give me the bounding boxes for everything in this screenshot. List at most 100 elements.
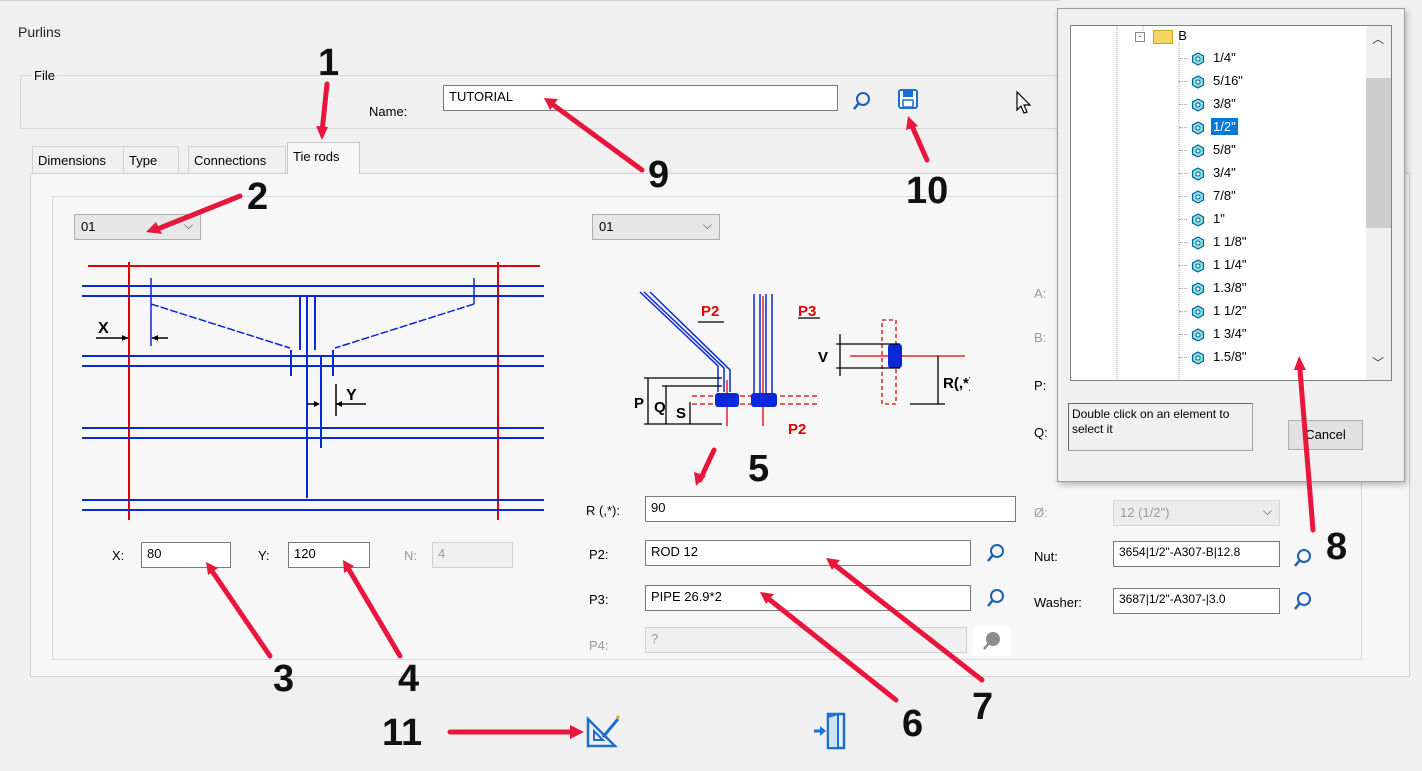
p4-search-button xyxy=(973,626,1011,656)
p-label: P: xyxy=(1034,378,1047,393)
annotation-10: 10 xyxy=(906,170,949,212)
p2-input[interactable]: ROD 12 xyxy=(645,540,971,566)
chevron-down-icon: ⌵ xyxy=(1262,504,1272,518)
annotation-5: 5 xyxy=(748,448,770,490)
tree-item[interactable]: 1 3/4" xyxy=(1179,326,1249,346)
tree-item[interactable]: 3/8" xyxy=(1179,96,1238,116)
diagram-label-p: P xyxy=(634,395,644,412)
tab-dimensions[interactable]: Dimensions xyxy=(32,146,124,173)
tab-connections[interactable]: Connections xyxy=(188,146,286,173)
diagram-label-s: S xyxy=(676,405,686,422)
exit-icon[interactable] xyxy=(812,711,848,751)
r-input[interactable]: 90 xyxy=(645,496,1016,522)
collapse-icon[interactable]: - xyxy=(1135,31,1145,42)
scroll-up-icon[interactable]: ︿ xyxy=(1372,30,1384,47)
tree-item[interactable]: 1/2" xyxy=(1179,117,1239,139)
file-menu[interactable]: File xyxy=(32,68,57,83)
annotation-11: 11 xyxy=(382,712,423,754)
purlin-layout-diagram: X Y xyxy=(82,262,544,520)
tree-item-label: 5/16" xyxy=(1213,73,1243,88)
cursor-icon xyxy=(1016,90,1032,114)
scroll-down-icon[interactable]: ﹀ xyxy=(1372,354,1384,371)
tab-tie-rods[interactable]: Tie rods xyxy=(287,142,360,174)
tree-item-label: 1 1/8" xyxy=(1213,234,1247,249)
drawing-tools-icon[interactable] xyxy=(585,713,621,749)
tree-item[interactable]: 7/8" xyxy=(1179,188,1238,208)
bolt-icon xyxy=(1191,51,1205,66)
b-label: B: xyxy=(1034,330,1047,345)
bolt-icon xyxy=(1191,304,1205,319)
tree-item-label: 1 3/4" xyxy=(1213,326,1247,341)
annotation-1: 1 xyxy=(318,42,340,84)
annotation-3: 3 xyxy=(273,658,295,700)
bolt-icon xyxy=(1191,281,1205,296)
bolt-icon xyxy=(1191,97,1205,112)
diagram-label-p2a: P2 xyxy=(701,303,719,320)
p3-input[interactable]: PIPE 26.9*2 xyxy=(645,585,971,611)
right-config-select[interactable]: 01 ⌵ xyxy=(592,214,720,240)
tree-item[interactable]: 1.5/8" xyxy=(1179,349,1249,369)
picker-hint: Double click on an element to select it xyxy=(1068,403,1253,451)
tree-item[interactable]: 1.3/8" xyxy=(1179,280,1249,300)
tree-item[interactable]: 3/4" xyxy=(1179,165,1238,185)
name-label: Name: xyxy=(369,104,408,119)
bolt-icon xyxy=(1191,189,1205,204)
diagram-label-y: Y xyxy=(346,387,357,404)
q-label: Q: xyxy=(1034,425,1048,440)
diameter-label: Ø: xyxy=(1034,505,1048,520)
tree-item[interactable]: 1 1/4" xyxy=(1179,257,1249,277)
bolt-icon xyxy=(1191,235,1205,250)
p2-label: P2: xyxy=(589,547,609,562)
name-input[interactable]: TUTORIAL xyxy=(443,85,838,111)
tree-item-label: 3/4" xyxy=(1213,165,1236,180)
diagram-label-p3: P3 xyxy=(798,303,816,320)
nut-input[interactable]: 3654|1/2"-A307-B|12.8 xyxy=(1113,541,1280,567)
tree-item[interactable]: 1 1/8" xyxy=(1179,234,1249,254)
diagram-label-p2b: P2 xyxy=(788,421,806,438)
annotation-8: 8 xyxy=(1326,526,1348,568)
nut-label: Nut: xyxy=(1034,549,1058,564)
tree-scrollbar-thumb[interactable] xyxy=(1366,78,1391,228)
search-icon[interactable] xyxy=(1292,547,1314,569)
window-top-border xyxy=(0,0,1060,1)
element-tree[interactable]: - B 1/4" 5/16" 3/8" 1/2" 5/8" 3/4" 7/8" 1" 1 1/8… xyxy=(1070,25,1392,381)
search-icon[interactable] xyxy=(1292,590,1314,612)
x-label: X: xyxy=(112,548,125,563)
washer-label: Washer: xyxy=(1034,595,1082,610)
annotation-7: 7 xyxy=(972,686,994,728)
tree-item[interactable]: 1/4" xyxy=(1179,50,1238,70)
bolt-icon xyxy=(1191,350,1205,365)
washer-input[interactable]: 3687|1/2"-A307-|3.0 xyxy=(1113,588,1280,614)
tree-folder-b[interactable]: - B xyxy=(1135,28,1187,48)
tree-item-label: 1" xyxy=(1213,211,1225,226)
left-config-select[interactable]: 01 ⌵ xyxy=(74,214,201,240)
tree-item-label: 1 1/2" xyxy=(1213,303,1247,318)
tree-item-label: 1/4" xyxy=(1213,50,1236,65)
right-config-value: 01 xyxy=(599,219,614,234)
search-icon[interactable] xyxy=(985,587,1007,609)
search-icon[interactable] xyxy=(985,542,1007,564)
cancel-button[interactable]: Cancel xyxy=(1288,420,1363,450)
annotation-6: 6 xyxy=(902,703,924,745)
bolt-icon xyxy=(1191,166,1205,181)
y-input[interactable]: 120 xyxy=(288,542,370,568)
tree-item[interactable]: 1" xyxy=(1179,211,1227,231)
tab-type[interactable]: Type xyxy=(123,146,179,173)
chevron-down-icon: ⌵ xyxy=(183,218,193,232)
save-icon[interactable] xyxy=(897,88,919,110)
tree-item[interactable]: 5/8" xyxy=(1179,142,1238,162)
annotation-9: 9 xyxy=(648,154,670,196)
y-label: Y: xyxy=(258,548,270,563)
tree-item[interactable]: 5/16" xyxy=(1179,73,1245,93)
x-input[interactable]: 80 xyxy=(141,542,231,568)
search-icon[interactable] xyxy=(851,90,873,112)
tree-item-label: 1.3/8" xyxy=(1213,280,1247,295)
tree-item-label: 1.5/8" xyxy=(1213,349,1247,364)
chevron-down-icon: ⌵ xyxy=(702,218,712,232)
tree-item[interactable]: 1 1/2" xyxy=(1179,303,1249,323)
p3-label: P3: xyxy=(589,592,609,607)
diagram-label-v: V xyxy=(818,349,828,366)
diagram-label-r: R(,*) xyxy=(943,375,970,392)
folder-icon xyxy=(1152,29,1173,44)
n-label: N: xyxy=(404,548,417,563)
